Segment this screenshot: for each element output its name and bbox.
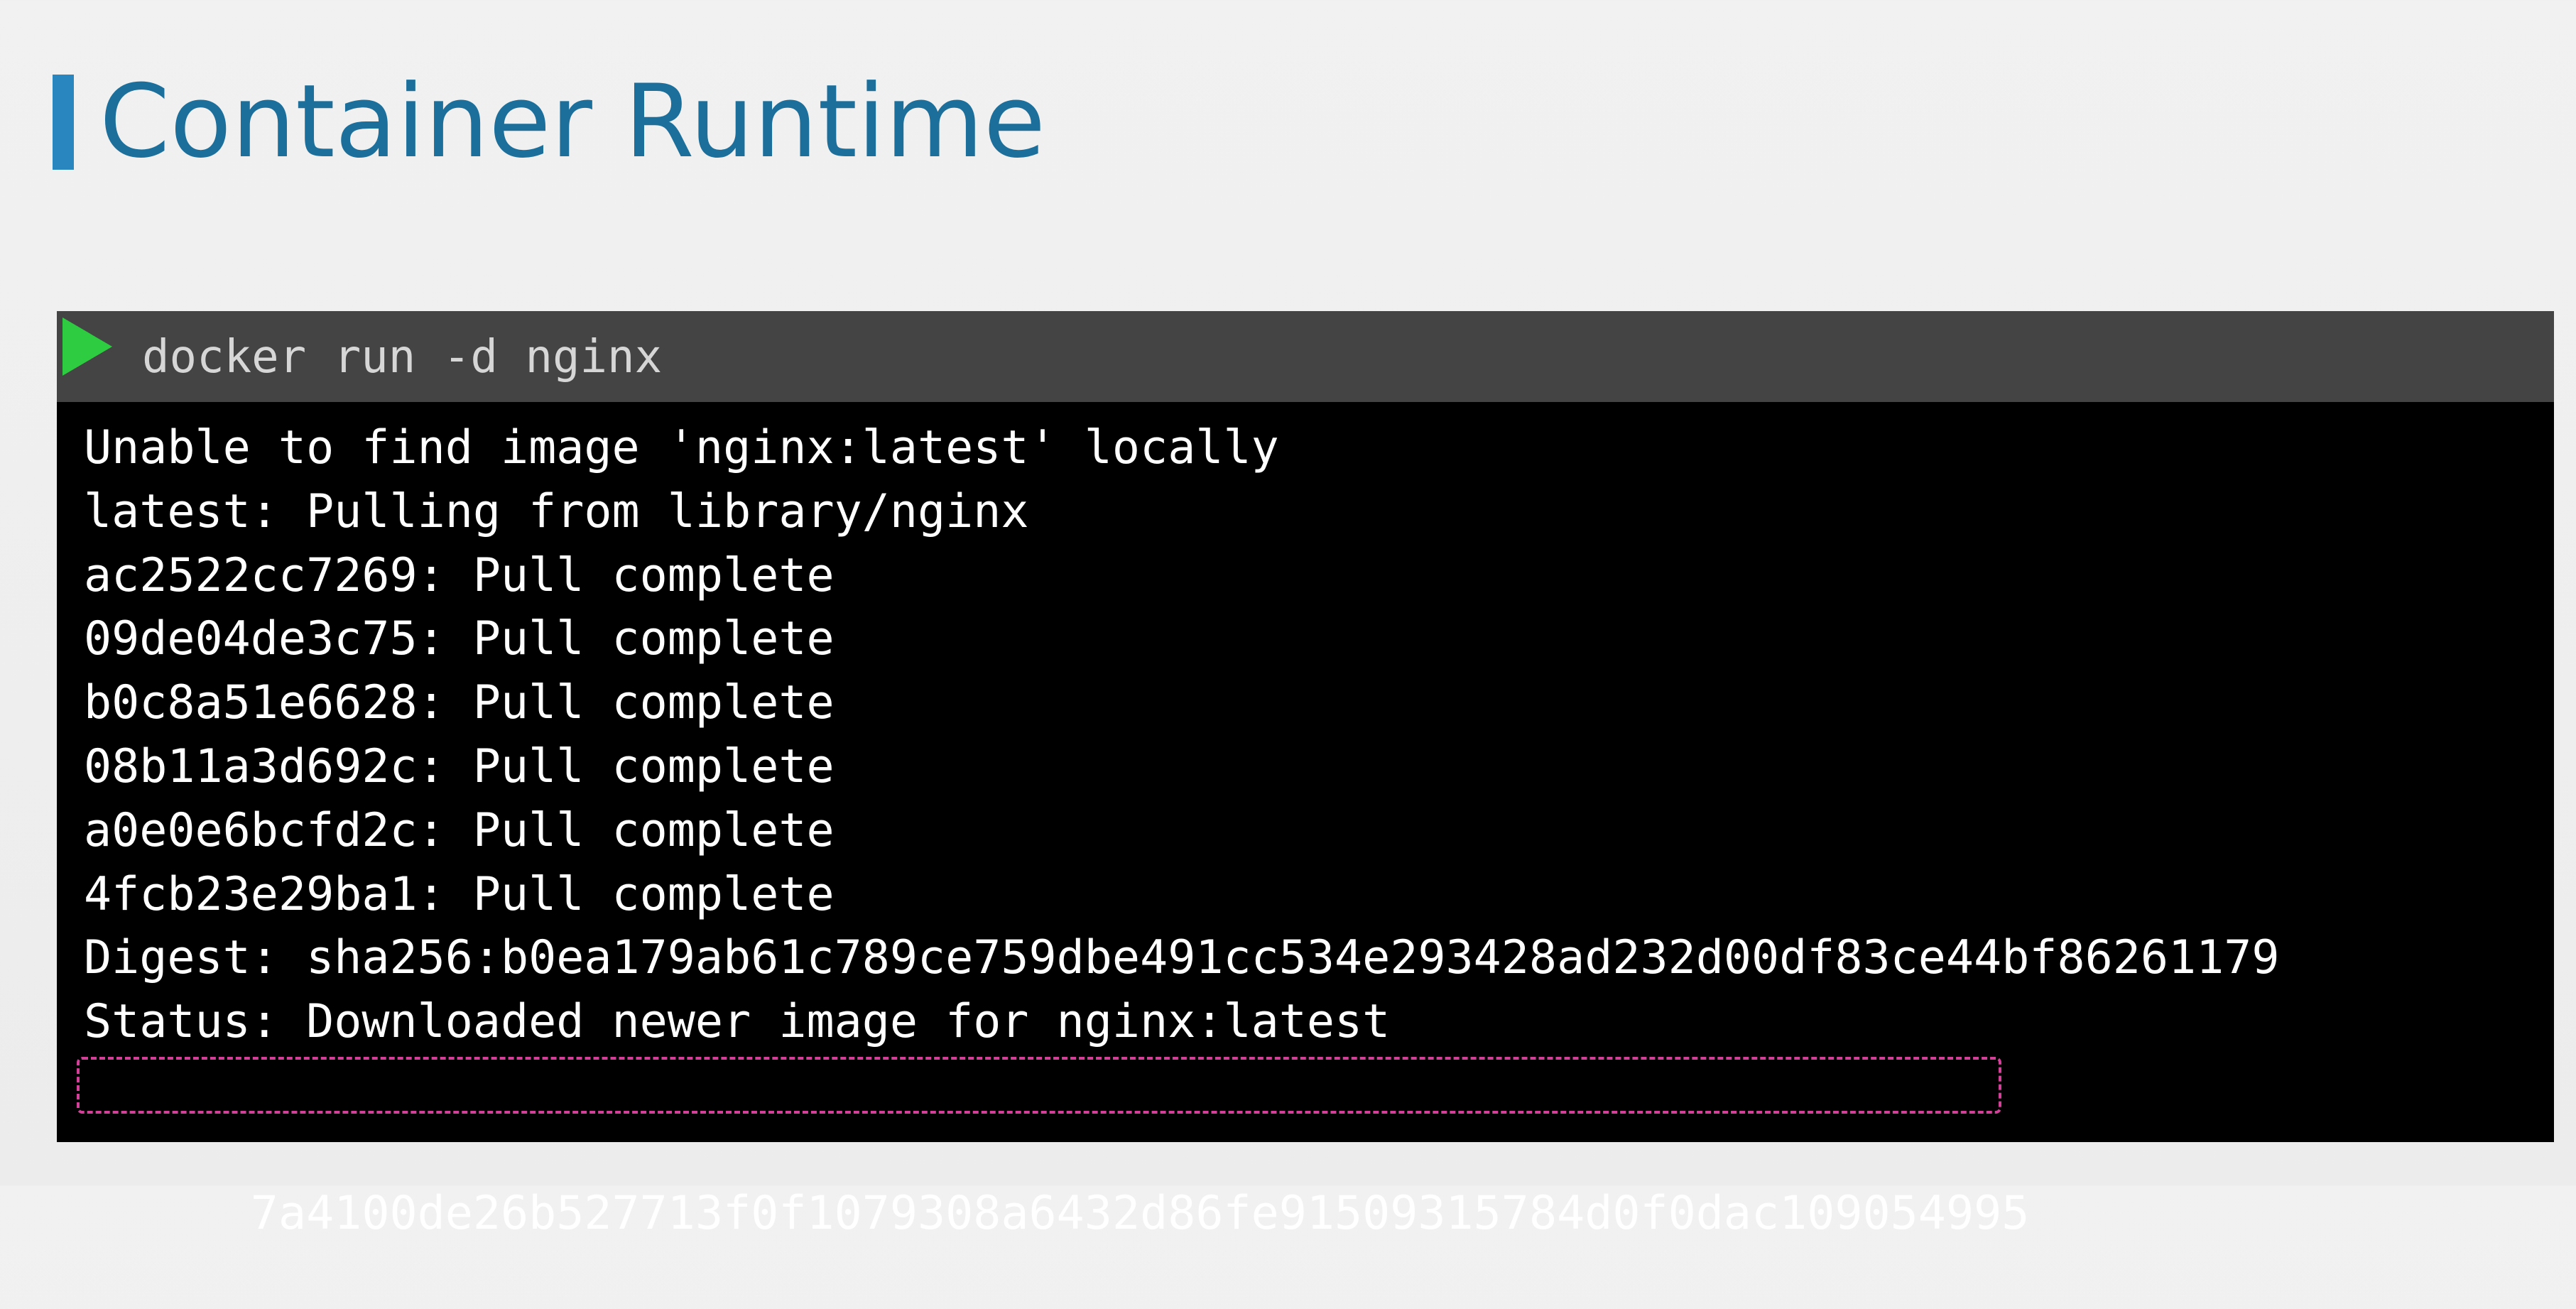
container-id-line: 7a4100de26b527713f0f1079308a6432d86fe915…	[77, 1054, 2533, 1240]
digest-line: Digest: sha256:b0ea179ab61c789ce759dbe49…	[84, 931, 2280, 985]
output-line: b0c8a51e6628: Pull complete	[84, 676, 835, 730]
terminal-output: Unable to find image 'nginx:latest' loca…	[77, 416, 2533, 1240]
output-line: 08b11a3d692c: Pull complete	[84, 739, 835, 793]
play-icon	[63, 317, 112, 376]
container-id-text: 7a4100de26b527713f0f1079308a6432d86fe915…	[250, 1186, 2030, 1240]
terminal-command-bar: docker run -d nginx	[57, 311, 2554, 402]
terminal-window: docker run -d nginx Unable to find image…	[57, 311, 2554, 1240]
output-line: latest: Pulling from library/nginx	[84, 484, 1029, 538]
output-line: ac2522cc7269: Pull complete	[84, 548, 835, 602]
status-line: Status: Downloaded newer image for nginx…	[84, 995, 1391, 1049]
output-line: 4fcb23e29ba1: Pull complete	[84, 867, 835, 921]
slide-title-group: Container Runtime	[53, 65, 1045, 179]
highlight-box	[77, 1056, 2001, 1114]
title-accent-bar	[53, 75, 74, 170]
output-line: 09de04de3c75: Pull complete	[84, 612, 835, 666]
output-line: Unable to find image 'nginx:latest' loca…	[84, 421, 1279, 474]
output-line: a0e0e6bcfd2c: Pull complete	[84, 803, 835, 857]
slide-title: Container Runtime	[99, 63, 1046, 180]
terminal-command: docker run -d nginx	[142, 331, 663, 384]
